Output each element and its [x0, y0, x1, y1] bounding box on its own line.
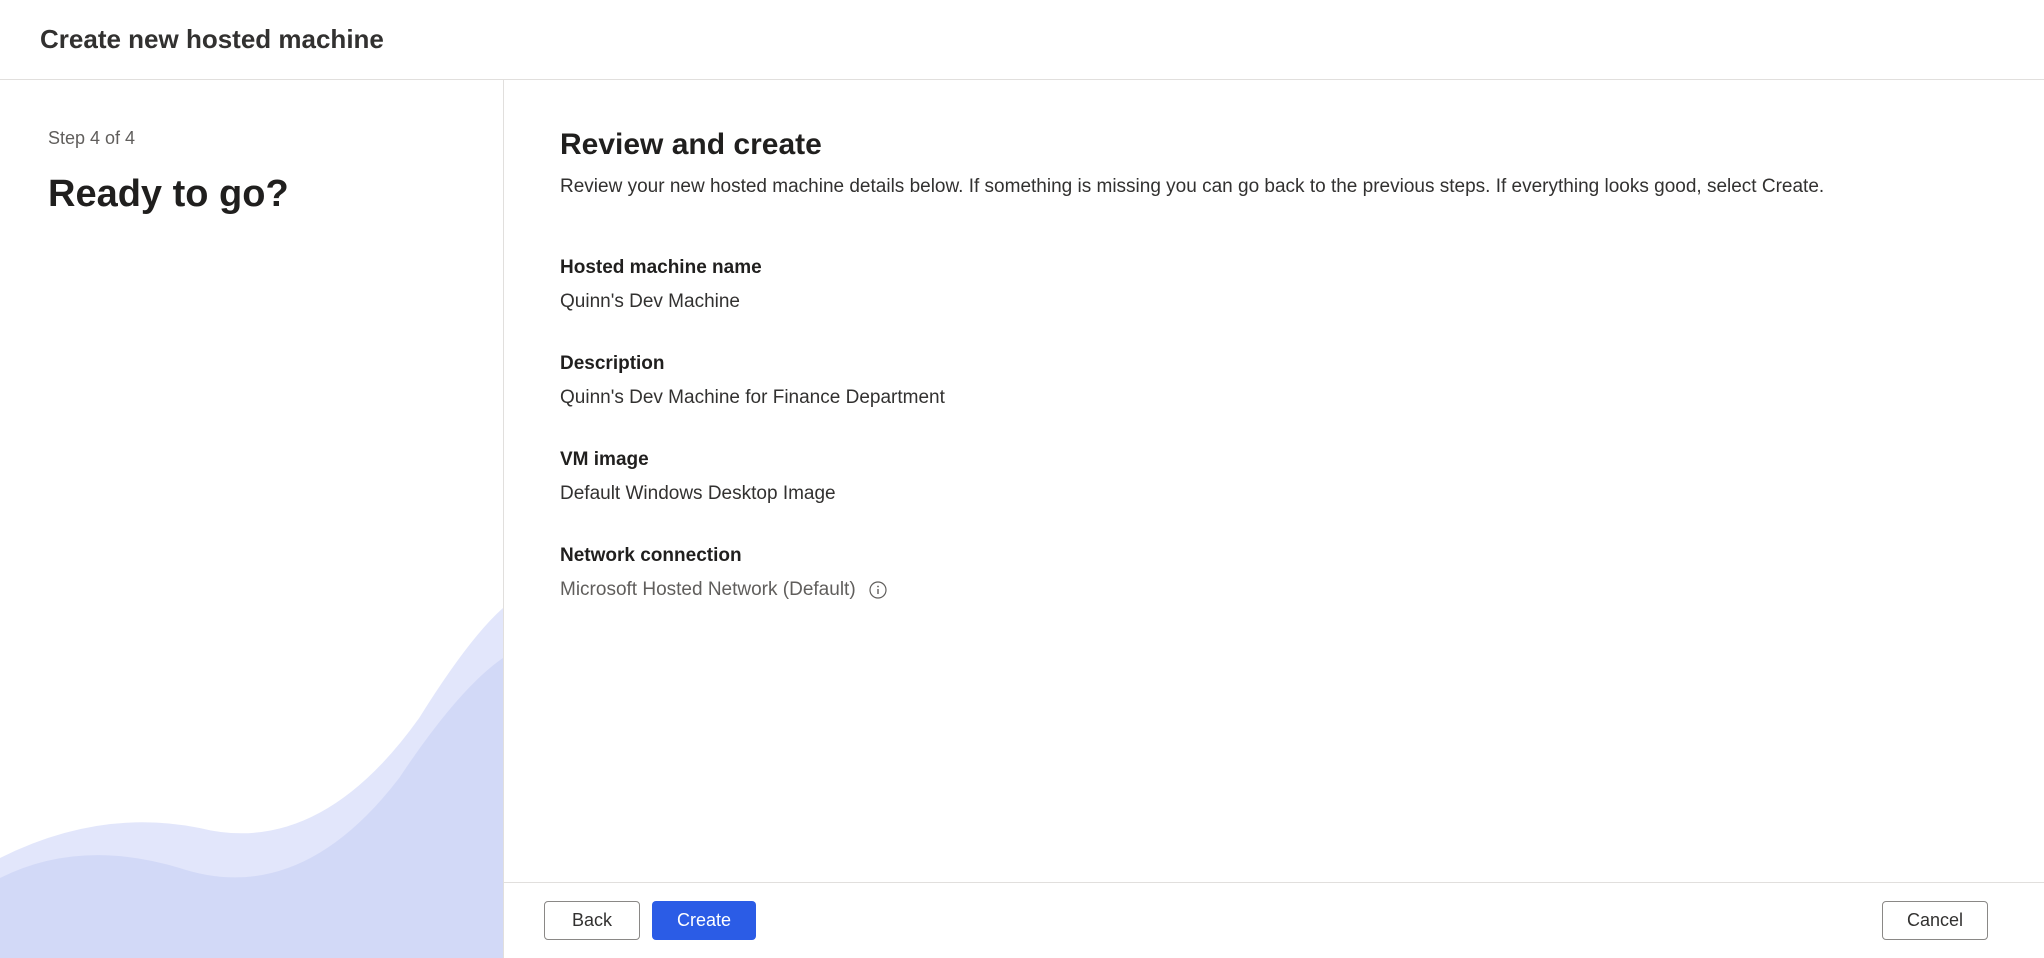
- main-content: Review and create Review your new hosted…: [504, 80, 2044, 958]
- field-vm-image: VM image Default Windows Desktop Image: [560, 449, 1988, 505]
- wizard-footer: Back Create Cancel: [504, 882, 2044, 958]
- body-container: Step 4 of 4 Ready to go? Review and crea…: [0, 80, 2044, 958]
- sidebar-title: Ready to go?: [48, 173, 455, 216]
- wizard-sidebar: Step 4 of 4 Ready to go?: [0, 80, 504, 958]
- field-label: Network connection: [560, 545, 1988, 567]
- footer-left: Back Create: [544, 901, 756, 940]
- step-indicator: Step 4 of 4: [48, 128, 455, 149]
- main-title: Review and create: [560, 128, 1988, 162]
- field-label: Description: [560, 353, 1988, 375]
- field-value-text: Microsoft Hosted Network (Default): [560, 579, 856, 601]
- field-hosted-machine-name: Hosted machine name Quinn's Dev Machine: [560, 257, 1988, 313]
- content-area: Review and create Review your new hosted…: [504, 80, 2044, 882]
- field-network-connection: Network connection Microsoft Hosted Netw…: [560, 545, 1988, 601]
- field-value: Quinn's Dev Machine: [560, 291, 1988, 313]
- info-icon[interactable]: [868, 580, 888, 600]
- page-title: Create new hosted machine: [40, 24, 2004, 55]
- wave-decoration: [0, 578, 503, 958]
- main-description: Review your new hosted machine details b…: [560, 174, 1988, 201]
- field-value: Microsoft Hosted Network (Default): [560, 579, 1988, 601]
- field-description: Description Quinn's Dev Machine for Fina…: [560, 353, 1988, 409]
- field-label: VM image: [560, 449, 1988, 471]
- field-label: Hosted machine name: [560, 257, 1988, 279]
- page-header: Create new hosted machine: [0, 0, 2044, 80]
- field-value: Default Windows Desktop Image: [560, 483, 1988, 505]
- field-value: Quinn's Dev Machine for Finance Departme…: [560, 387, 1988, 409]
- back-button[interactable]: Back: [544, 901, 640, 940]
- create-button[interactable]: Create: [652, 901, 756, 940]
- cancel-button[interactable]: Cancel: [1882, 901, 1988, 940]
